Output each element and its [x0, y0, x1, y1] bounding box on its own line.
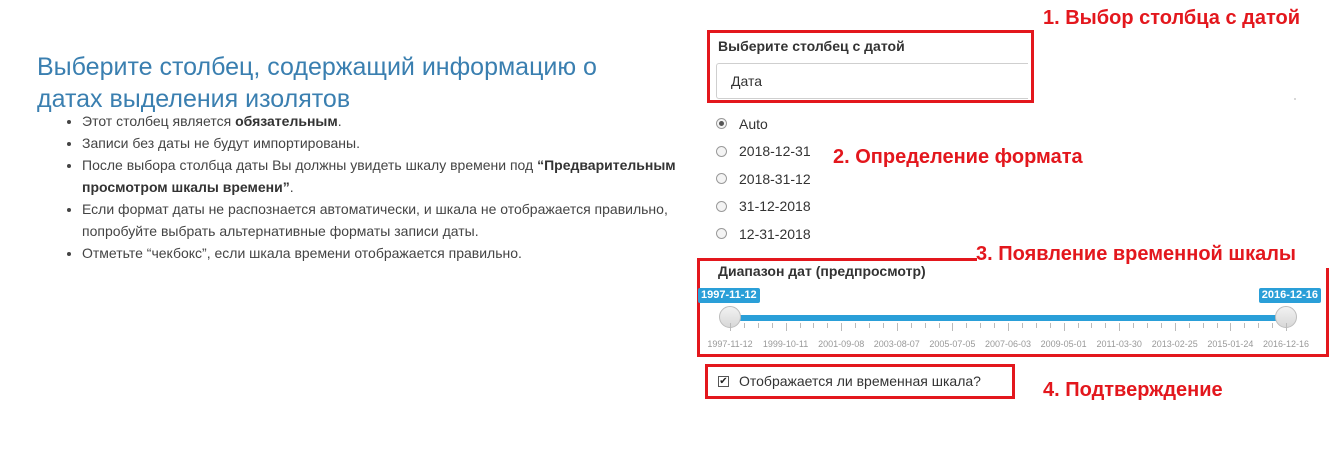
- slider-track[interactable]: [730, 315, 1286, 321]
- tick-mark: [938, 323, 940, 328]
- annotation-1: 1. Выбор столбца с датой: [1043, 7, 1301, 29]
- tick-mark: [896, 323, 898, 331]
- format-option-ymd[interactable]: 2018-12-31: [716, 138, 811, 166]
- tick-mark: [1091, 323, 1093, 328]
- tick-mark: [730, 323, 731, 331]
- format-option-mdy[interactable]: 12-31-2018: [716, 220, 811, 248]
- date-format-group: Auto 2018-12-31 2018-31-12 31-12-2018 12…: [716, 110, 811, 248]
- page-title: Выберите столбец, содержащий информацию …: [37, 52, 597, 113]
- tick-mark: [1035, 323, 1037, 328]
- date-column-label: Выберите столбец с датой: [718, 38, 905, 54]
- range-to-tag: 2016-12-16: [1258, 288, 1321, 303]
- divider: [1294, 98, 1296, 100]
- tick-mark: [1230, 323, 1232, 331]
- tick-mark: [1105, 323, 1107, 328]
- tick-mark: [813, 323, 815, 328]
- tick-mark: [855, 323, 857, 328]
- format-label: 2018-31-12: [739, 170, 811, 187]
- format-label: 2018-12-31: [739, 143, 811, 160]
- tick-label: 2005-07-05: [929, 339, 976, 349]
- annotation-box-3-right: [1326, 268, 1329, 357]
- confirm-checkbox[interactable]: ✔: [718, 375, 729, 387]
- tick-mark: [994, 323, 996, 328]
- confirm-label: Отображается ли временная шкала?: [739, 373, 981, 389]
- tick-mark: [1272, 323, 1274, 328]
- radio-button[interactable]: [716, 173, 727, 185]
- tick-label: 2015-01-24: [1207, 339, 1254, 349]
- tick-label: 2009-05-01: [1040, 339, 1087, 349]
- tick-mark: [1119, 323, 1121, 331]
- tick-label: 2016-12-16: [1262, 339, 1310, 349]
- format-label: Auto: [739, 115, 768, 132]
- date-range-slider[interactable]: 1997-11-12 2016-12-16 1997-11-12 1999-10-…: [698, 286, 1323, 356]
- date-column-select[interactable]: Дата: [716, 63, 1028, 99]
- tick-label: 2011-03-30: [1096, 339, 1142, 349]
- tick-mark: [1008, 323, 1009, 331]
- tick-mark: [1244, 323, 1246, 328]
- tick-mark: [785, 323, 787, 331]
- list-item: Этот столбец является обязательным.: [82, 110, 682, 132]
- list-item: Если формат даты не распознается автомат…: [82, 198, 682, 242]
- instruction-list: Этот столбец является обязательным. Запи…: [62, 110, 682, 264]
- tick-label: 2007-06-03: [984, 339, 1032, 349]
- format-label: 31-12-2018: [739, 198, 811, 215]
- tick-mark: [1133, 323, 1135, 328]
- tick-mark: [952, 323, 954, 331]
- tick-mark: [1077, 323, 1079, 328]
- tick-mark: [771, 323, 773, 328]
- range-from-tag: 1997-11-12: [698, 288, 760, 303]
- format-option-dmy[interactable]: 31-12-2018: [716, 193, 811, 221]
- tick-mark: [882, 323, 884, 328]
- format-option-auto[interactable]: Auto: [716, 110, 811, 138]
- tick-mark: [1063, 323, 1065, 331]
- timeline-confirm[interactable]: ✔ Отображается ли временная шкала?: [718, 373, 981, 389]
- tick-mark: [1202, 323, 1204, 328]
- tick-mark: [827, 323, 829, 328]
- tick-mark: [1216, 323, 1218, 328]
- tick-mark: [1286, 323, 1287, 331]
- tick-mark: [1049, 323, 1051, 328]
- list-item: Отметьте “чекбокс”, если шкала времени о…: [82, 242, 682, 264]
- tick-label: 2013-02-25: [1151, 339, 1198, 349]
- tick-mark: [966, 323, 968, 328]
- tick-mark: [841, 323, 843, 331]
- radio-button[interactable]: [716, 145, 727, 157]
- tick-mark: [1160, 323, 1162, 328]
- format-option-ydm[interactable]: 2018-31-12: [716, 165, 811, 193]
- radio-button[interactable]: [716, 118, 727, 130]
- tick-mark: [1188, 323, 1190, 328]
- tick-mark: [869, 323, 870, 328]
- annotation-2: 2. Определение формата: [833, 146, 1083, 168]
- tick-mark: [980, 323, 982, 328]
- tick-mark: [910, 323, 912, 328]
- tick-mark: [1174, 323, 1176, 331]
- annotation-4: 4. Подтверждение: [1043, 379, 1223, 401]
- format-label: 12-31-2018: [739, 225, 811, 242]
- tick-label: 1999-10-11: [762, 339, 809, 349]
- tick-label: 1997-11-12: [707, 339, 753, 349]
- tick-label: 2003-08-07: [873, 339, 920, 349]
- tick-mark: [757, 323, 759, 328]
- list-item: Записи без даты не будут импортированы.: [82, 132, 682, 154]
- tick-mark: [799, 323, 801, 328]
- annotation-box-3-top: [697, 258, 977, 261]
- date-range-label: Диапазон дат (предпросмотр): [718, 263, 926, 279]
- list-item: После выбора столбца даты Вы должны увид…: [82, 154, 682, 198]
- tick-mark: [1147, 323, 1148, 328]
- tick-mark: [924, 323, 926, 328]
- radio-button[interactable]: [716, 200, 727, 212]
- radio-button[interactable]: [716, 228, 727, 240]
- tick-mark: [743, 323, 745, 328]
- tick-mark: [1258, 323, 1260, 328]
- tick-mark: [1021, 323, 1023, 328]
- tick-label: 2001-09-08: [818, 339, 865, 349]
